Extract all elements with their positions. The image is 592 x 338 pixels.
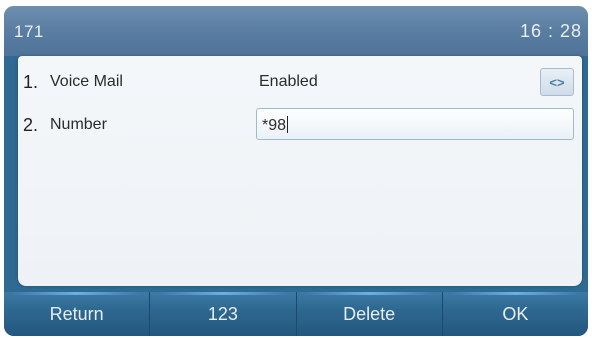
row-label-number: Number xyxy=(50,116,107,133)
number-input[interactable]: *98 xyxy=(256,108,574,140)
account-line-id: 171 xyxy=(14,22,44,41)
phone-screen: 171 16 : 28 1. Voice Mail Enabled <> 2. … xyxy=(4,6,588,336)
clock-time: 16 : 28 xyxy=(519,21,582,41)
settings-panel: 1. Voice Mail Enabled <> 2. Number *98 xyxy=(18,56,582,286)
left-right-arrows-icon[interactable]: <> xyxy=(540,68,574,96)
switch-glyph: <> xyxy=(549,74,565,90)
status-bar: 171 16 : 28 xyxy=(4,6,588,56)
ok-softkey[interactable]: OK xyxy=(441,292,588,336)
delete-softkey[interactable]: Delete xyxy=(295,292,442,336)
softkey-bar: Return 123 Delete OK xyxy=(4,292,588,336)
row-number: 1. xyxy=(23,72,39,92)
row-number: 2. xyxy=(23,115,39,135)
number-input-value: *98 xyxy=(262,117,287,134)
input-mode-softkey[interactable]: 123 xyxy=(149,292,296,336)
text-caret xyxy=(287,116,289,133)
voice-mail-value[interactable]: Enabled xyxy=(259,73,318,91)
list-item-number[interactable]: 2. Number *98 xyxy=(18,107,582,143)
row-label-voice-mail: Voice Mail xyxy=(50,73,123,90)
return-softkey[interactable]: Return xyxy=(4,292,150,336)
list-item-voice-mail[interactable]: 1. Voice Mail Enabled <> xyxy=(18,64,582,100)
